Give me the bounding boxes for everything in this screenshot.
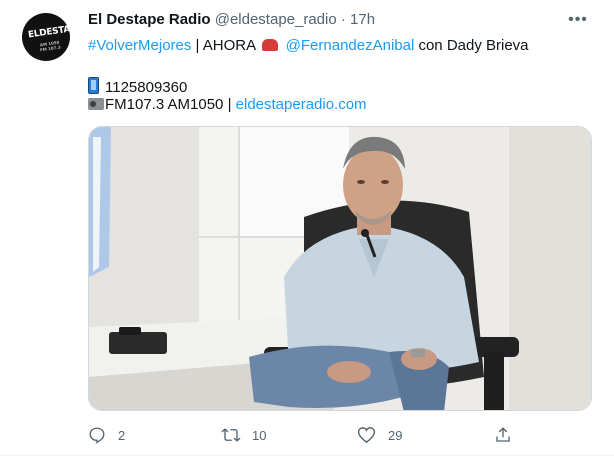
tweet-text-line-1: #VolverMejores | AHORA @FernandezAnibal … [88,36,529,56]
mention-link[interactable]: @FernandezAnibal [286,37,415,54]
telephone-icon [262,39,279,51]
like-button[interactable]: 29 [357,423,402,447]
avatar-logo-text: ELDESTAPE [27,22,70,41]
retweet-button[interactable]: 10 [220,423,266,447]
avatar-logo-subtext: AM 1050 FM 107.3 [39,39,61,53]
tweet-text-radio: FM107.3 AM1050 | eldestaperadio.com [88,95,367,115]
mobile-phone-icon [88,77,99,94]
hashtag-link[interactable]: #VolverMejores [88,37,191,54]
retweet-count: 10 [252,427,267,443]
avatar[interactable]: ELDESTAPE AM 1050 FM 107.3 [22,13,70,61]
share-button[interactable] [494,423,512,447]
more-button[interactable]: ••• [564,6,592,34]
radio-frequencies: FM107.3 AM1050 | [105,96,236,113]
action-bar: 2 10 29 [0,423,614,447]
text-ahora: | AHORA [191,37,260,54]
reply-icon [89,427,105,444]
reply-button[interactable]: 2 [88,423,125,447]
text-tail: con Dady Brieva [414,37,529,54]
retweet-icon [221,428,241,442]
handle[interactable]: @eldestape_radio [215,11,337,28]
tweet-divider [0,455,614,456]
phone-number: 1125809360 [105,79,188,96]
share-icon [496,427,510,442]
heart-icon [357,427,376,444]
radio-icon [88,98,104,110]
display-name[interactable]: El Destape Radio [88,11,211,28]
website-link[interactable]: eldestaperadio.com [236,96,367,113]
timestamp[interactable]: 17h [350,11,375,28]
photo-illustration [89,127,591,410]
tweet-header: El Destape Radio @eldestape_radio · 17h [88,11,375,28]
like-count: 29 [388,427,403,443]
more-horizontal-icon: ••• [568,11,588,28]
tweet-image[interactable] [88,126,592,411]
tweet[interactable]: ELDESTAPE AM 1050 FM 107.3 El Destape Ra… [0,0,614,461]
separator: · [340,11,346,28]
reply-count: 2 [118,427,126,443]
